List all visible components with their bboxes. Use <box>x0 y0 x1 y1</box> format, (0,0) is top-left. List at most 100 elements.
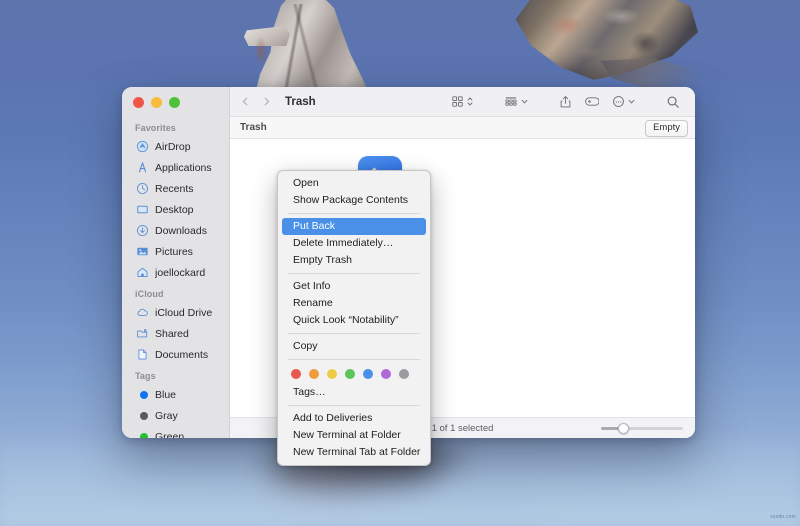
sidebar-item-downloads[interactable]: Downloads <box>122 220 229 241</box>
menu-item-tags[interactable]: Tags… <box>282 384 426 401</box>
menu-item-copy[interactable]: Copy <box>282 338 426 355</box>
sidebar-item-tag-gray[interactable]: Gray <box>122 405 229 426</box>
icloud-drive-icon <box>135 306 149 320</box>
menu-item-add-to-deliveries[interactable]: Add to Deliveries <box>282 410 426 427</box>
sidebar-section-icloud-title: iCloud <box>135 289 164 299</box>
sidebar-item-airdrop[interactable]: AirDrop <box>122 136 229 157</box>
menu-item-show-package-contents[interactable]: Show Package Contents <box>282 192 426 209</box>
list-rows-icon <box>504 95 518 108</box>
sidebar-item-documents[interactable]: Documents <box>122 344 229 365</box>
sidebar-item-tag-blue[interactable]: Blue <box>122 384 229 405</box>
menu-item-open[interactable]: Open <box>282 175 426 192</box>
menu-item-new-terminal-tab-at-folder[interactable]: New Terminal Tab at Folder <box>282 444 426 461</box>
minimize-button-icon[interactable] <box>151 97 162 108</box>
sidebar-item-label: Documents <box>155 348 209 361</box>
sidebar-item-label: Gray <box>155 409 178 422</box>
menu-separator <box>288 273 420 274</box>
chevron-down-icon <box>520 95 529 108</box>
forward-button[interactable] <box>257 92 275 112</box>
tag-dot-icon <box>135 430 149 438</box>
sidebar-item-label: Desktop <box>155 203 194 216</box>
sidebar-item-shared[interactable]: Shared <box>122 323 229 344</box>
icon-size-slider[interactable] <box>601 422 683 434</box>
home-icon <box>135 266 149 280</box>
tag-dot-icon <box>135 409 149 423</box>
recents-clock-icon <box>135 182 149 196</box>
shared-folder-icon <box>135 327 149 341</box>
view-mode-button[interactable] <box>446 91 479 113</box>
tag-color-swatches <box>278 364 430 384</box>
tag-icon <box>585 95 599 108</box>
chevron-up-down-icon <box>466 95 474 108</box>
sidebar-section-favorites-title: Favorites <box>135 123 176 133</box>
menu-item-quick-look[interactable]: Quick Look “Notability” <box>282 312 426 329</box>
group-by-button[interactable] <box>499 91 534 113</box>
sidebar-item-desktop[interactable]: Desktop <box>122 199 229 220</box>
path-bar: Trash Empty <box>230 117 695 139</box>
menu-item-get-info[interactable]: Get Info <box>282 278 426 295</box>
circle-ellipsis-icon <box>612 95 625 108</box>
tag-color-green-icon[interactable] <box>345 369 355 379</box>
more-actions-button[interactable] <box>607 91 641 113</box>
sidebar-section-tags-title: Tags <box>135 371 156 381</box>
tag-button[interactable] <box>580 91 604 113</box>
sidebar-item-pictures[interactable]: Pictures <box>122 241 229 262</box>
documents-icon <box>135 348 149 362</box>
sidebar-item-label: Blue <box>155 388 177 401</box>
tag-color-orange-icon[interactable] <box>309 369 319 379</box>
airdrop-icon <box>135 140 149 154</box>
tag-color-purple-icon[interactable] <box>381 369 391 379</box>
sidebar-item-applications[interactable]: Applications <box>122 157 229 178</box>
menu-item-new-terminal-at-folder[interactable]: New Terminal at Folder <box>282 427 426 444</box>
close-button-icon[interactable] <box>133 97 144 108</box>
sidebar-item-home[interactable]: joellockard <box>122 262 229 283</box>
toolbar: Trash <box>230 87 695 117</box>
back-button[interactable] <box>236 92 254 112</box>
menu-item-empty-trash[interactable]: Empty Trash <box>282 252 426 269</box>
sidebar-item-label: Green <box>155 430 185 439</box>
tag-color-yellow-icon[interactable] <box>327 369 337 379</box>
watermark: vsxdn.com <box>770 514 796 520</box>
sidebar-item-label: Downloads <box>155 224 207 237</box>
menu-item-delete-immediately[interactable]: Delete Immediately… <box>282 235 426 252</box>
sidebar-item-label: iCloud Drive <box>155 306 213 319</box>
sidebar-item-label: joellockard <box>155 266 206 279</box>
tag-color-blue-icon[interactable] <box>363 369 373 379</box>
page-title: Trash <box>285 95 316 108</box>
sidebar-item-tag-green[interactable]: Green <box>122 426 229 438</box>
sidebar-item-label: Recents <box>155 182 194 195</box>
sidebar-item-label: AirDrop <box>155 140 191 153</box>
desktop-wallpaper: vsxdn.com Favorites AirDrop Applications… <box>0 0 800 526</box>
tag-color-gray-icon[interactable] <box>399 369 409 379</box>
wallpaper-rock-left-crack <box>268 4 322 88</box>
search-button[interactable] <box>661 91 685 113</box>
desktop-icon <box>135 203 149 217</box>
tag-color-red-icon[interactable] <box>291 369 301 379</box>
slider-knob[interactable] <box>618 422 629 434</box>
menu-separator <box>288 359 420 360</box>
slider-track-empty <box>628 426 683 430</box>
tag-dot-icon <box>135 388 149 402</box>
sidebar-item-recents[interactable]: Recents <box>122 178 229 199</box>
share-button[interactable] <box>554 91 577 113</box>
share-icon <box>559 95 572 109</box>
sidebar-item-label: Pictures <box>155 245 193 258</box>
slider-track-filled <box>601 426 619 430</box>
view-grid-icon <box>451 95 464 108</box>
status-text: 1 of 1 selected <box>431 422 494 434</box>
sidebar-item-label: Shared <box>155 327 189 340</box>
applications-icon <box>135 161 149 175</box>
menu-item-rename[interactable]: Rename <box>282 295 426 312</box>
breadcrumb[interactable]: Trash <box>240 122 267 133</box>
menu-separator <box>288 333 420 334</box>
empty-trash-button[interactable]: Empty <box>645 120 688 137</box>
menu-separator <box>288 213 420 214</box>
menu-separator <box>288 405 420 406</box>
pictures-icon <box>135 245 149 259</box>
window-controls <box>133 97 180 108</box>
sidebar-item-icloud-drive[interactable]: iCloud Drive <box>122 302 229 323</box>
zoom-button-icon[interactable] <box>169 97 180 108</box>
context-menu: Open Show Package Contents Put Back Dele… <box>277 170 431 466</box>
menu-item-put-back[interactable]: Put Back <box>282 218 426 235</box>
search-icon <box>666 95 680 109</box>
